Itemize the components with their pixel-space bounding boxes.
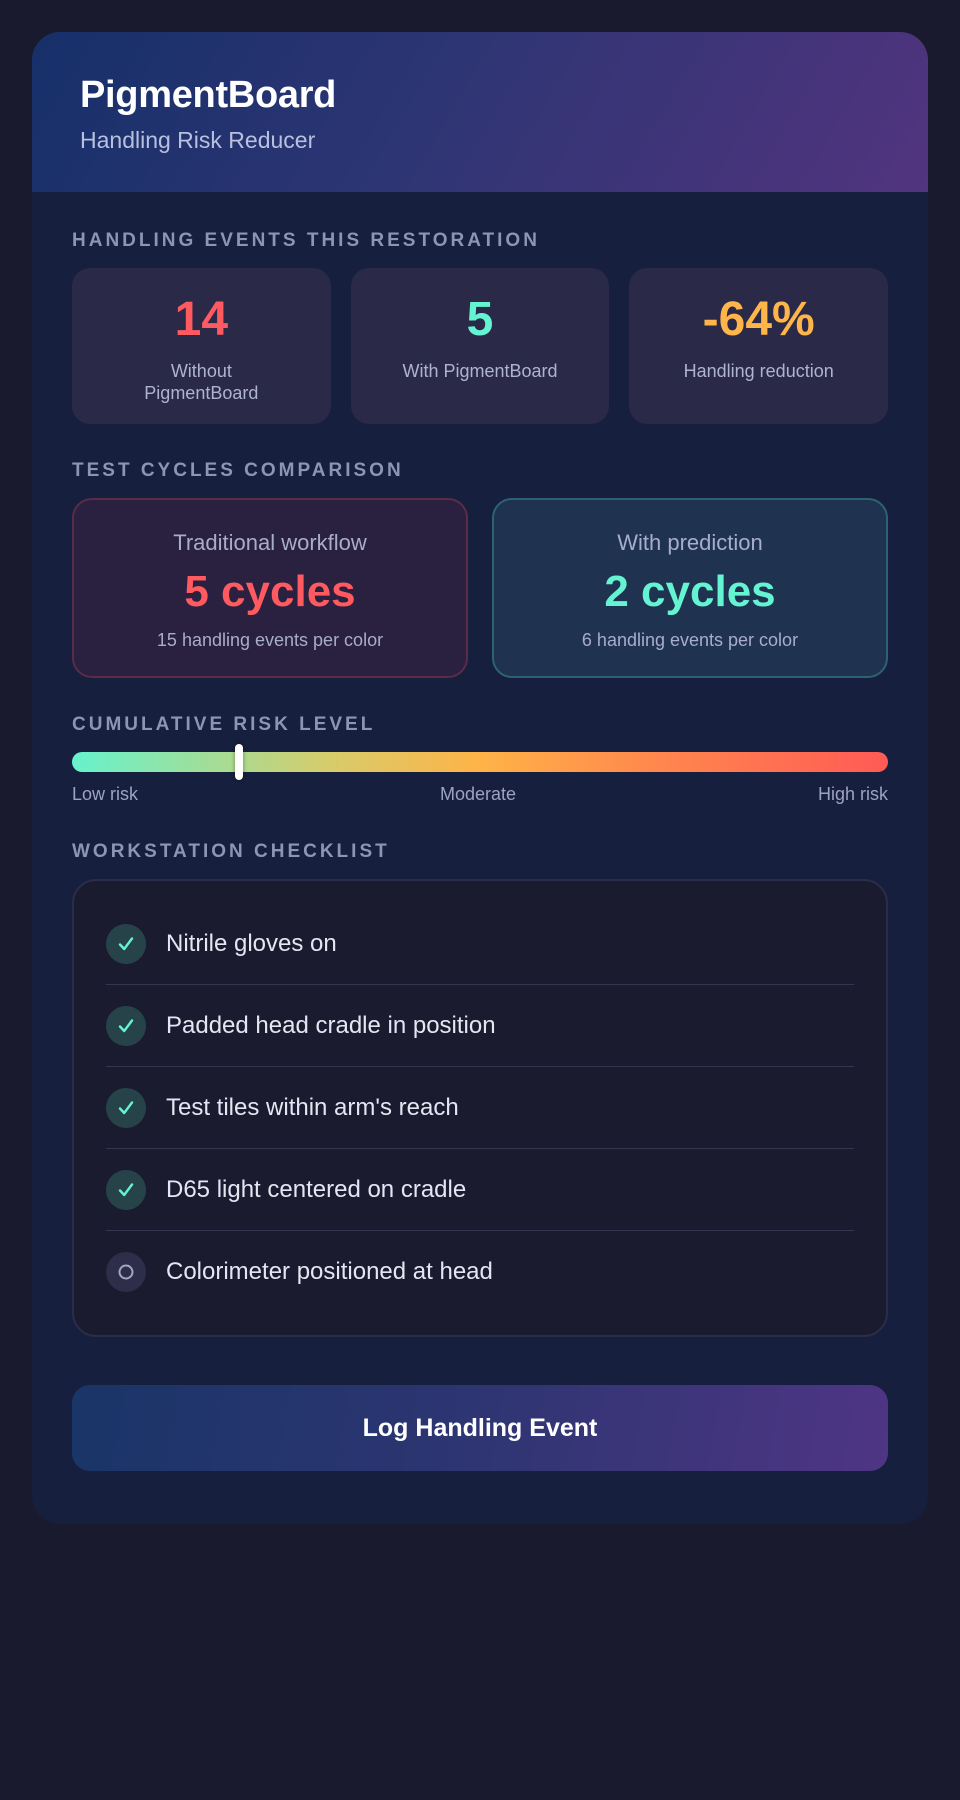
traditional-workflow-card: Traditional workflow 5 cycles 15 handlin… [72, 498, 468, 678]
prediction-card: With prediction 2 cycles 6 handling even… [492, 498, 888, 678]
app-header: PigmentBoard Handling Risk Reducer [32, 32, 928, 192]
stat-caption: Handling reduction [683, 361, 834, 381]
stat-value: 14 [174, 293, 229, 346]
handling-events-label: Handling events this restoration [72, 230, 540, 251]
cycles-comparison: Traditional workflow 5 cycles 15 handlin… [72, 498, 888, 678]
checkmark-icon[interactable] [106, 1005, 146, 1046]
risk-low-label: Low risk [72, 784, 139, 804]
checkmark-icon[interactable] [106, 923, 146, 964]
risk-scale-labels: Low risk Moderate High risk [72, 784, 888, 805]
traditional-label: Traditional workflow [173, 530, 367, 555]
app-subtitle: Handling Risk Reducer [80, 127, 316, 153]
stat-value: -64% [702, 293, 815, 346]
risk-marker [235, 744, 244, 780]
stat-with: 5 With PigmentBoard [350, 268, 610, 424]
prediction-label: With prediction [617, 530, 763, 555]
main-content: Handling events this restoration 14 With… [32, 192, 928, 1471]
stat-caption: With PigmentBoard [402, 361, 558, 381]
checklist-item-label: Colorimeter positioned at head [166, 1258, 493, 1285]
traditional-description: 15 handling events per color [156, 630, 384, 651]
log-handling-event-button[interactable]: Log Handling Event [72, 1385, 888, 1471]
stat-without: 14 Without PigmentBoard [72, 268, 331, 424]
checklist-item[interactable]: Colorimeter positioned at head [106, 1231, 854, 1313]
stat-value: 5 [466, 293, 494, 346]
stat-caption: Without PigmentBoard [144, 361, 259, 403]
checklist-item-label: D65 light centered on cradle [166, 1175, 467, 1203]
risk-level-label: Cumulative risk level [72, 714, 376, 735]
traditional-value: 5 cycles [184, 567, 356, 616]
stats-row: 14 Without PigmentBoard 5 With PigmentBo… [72, 268, 889, 424]
checklist-item[interactable]: Nitrile gloves on [106, 903, 854, 985]
checkmark-icon[interactable] [106, 1087, 146, 1128]
stat-reduction: -64% Handling reduction [629, 268, 889, 424]
empty-circle-icon[interactable] [106, 1252, 146, 1292]
checkmark-icon[interactable] [106, 1169, 146, 1210]
checklist-label: Workstation checklist [72, 841, 390, 862]
checklist-item-label: Test tiles within arm's reach [166, 1093, 459, 1121]
checklist-item-label: Padded head cradle in position [166, 1011, 496, 1039]
checklist-item[interactable]: Test tiles within arm's reach [106, 1067, 854, 1149]
app-title: PigmentBoard [80, 74, 337, 116]
prediction-description: 6 handling events per color [581, 630, 799, 651]
workstation-checklist: Nitrile gloves on Padded head cradle in p… [72, 879, 888, 1337]
checklist-item[interactable]: Padded head cradle in position [106, 985, 854, 1067]
checklist-item-label: Nitrile gloves on [166, 929, 337, 957]
prediction-value: 2 cycles [604, 567, 776, 616]
risk-mid-label: Moderate [439, 784, 517, 804]
risk-gradient-bar [72, 752, 888, 772]
checklist-item[interactable]: D65 light centered on cradle [106, 1149, 854, 1231]
risk-meter [72, 744, 888, 780]
risk-high-label: High risk [817, 784, 888, 804]
test-cycles-label: Test cycles comparison [72, 460, 404, 481]
app-card: PigmentBoard Handling Risk Reducer Handl… [32, 32, 928, 1524]
